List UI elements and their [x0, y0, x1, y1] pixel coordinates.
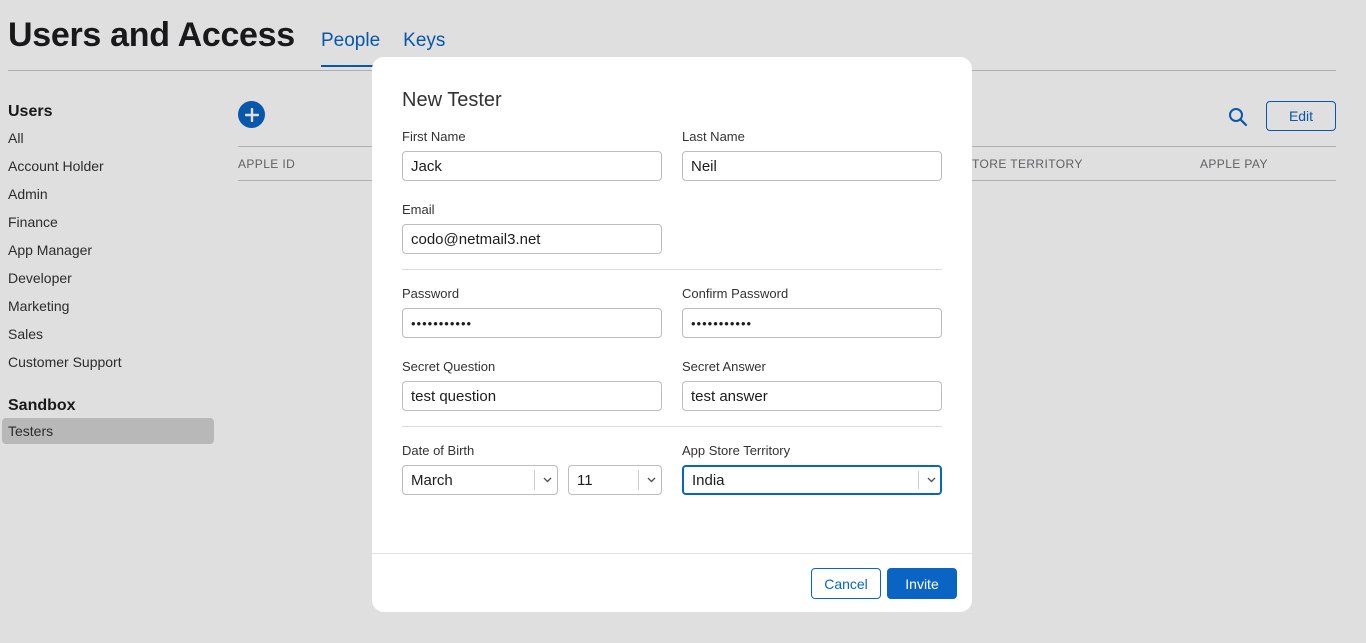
date-of-birth-label: Date of Birth [402, 443, 475, 458]
birth-month-value: March [411, 471, 453, 489]
invite-button[interactable]: Invite [887, 568, 957, 599]
chevron-down-icon [640, 466, 661, 494]
secret-answer-label: Secret Answer [682, 359, 766, 374]
cancel-button[interactable]: Cancel [811, 568, 881, 599]
app-store-territory-select[interactable]: India [682, 465, 942, 495]
last-name-label: Last Name [682, 129, 745, 144]
select-divider [534, 470, 535, 490]
secret-question-field[interactable]: test question [402, 381, 662, 411]
confirm-password-label: Confirm Password [682, 286, 789, 301]
section-divider [402, 269, 942, 270]
confirm-password-value: ••••••••••• [691, 315, 753, 331]
first-name-label: First Name [402, 129, 466, 144]
select-divider [918, 471, 919, 489]
confirm-password-field[interactable]: ••••••••••• [682, 308, 942, 338]
new-tester-dialog: New Tester First Name Jack Last Name Nei… [372, 57, 972, 612]
chevron-down-icon [920, 467, 940, 493]
first-name-field[interactable]: Jack [402, 151, 662, 181]
last-name-field[interactable]: Neil [682, 151, 942, 181]
secret-question-value: test question [411, 387, 497, 405]
section-divider [402, 426, 942, 427]
birth-day-value: 11 [577, 471, 593, 489]
dialog-title: New Tester [402, 89, 502, 111]
secret-answer-field[interactable]: test answer [682, 381, 942, 411]
email-label: Email [402, 202, 435, 217]
last-name-value: Neil [691, 157, 717, 175]
footer-divider [372, 553, 972, 554]
select-divider [638, 470, 639, 490]
territory-value: India [692, 471, 725, 489]
chevron-down-icon [536, 466, 557, 494]
first-name-value: Jack [411, 157, 442, 175]
password-label: Password [402, 286, 460, 301]
birth-day-select[interactable]: 11 [568, 465, 662, 495]
secret-answer-value: test answer [691, 387, 768, 405]
email-field[interactable]: codo@netmail3.net [402, 224, 662, 254]
birth-month-select[interactable]: March [402, 465, 558, 495]
email-value: codo@netmail3.net [411, 230, 541, 248]
password-field[interactable]: ••••••••••• [402, 308, 662, 338]
app-store-territory-label: App Store Territory [682, 443, 791, 458]
password-value: ••••••••••• [411, 315, 473, 331]
secret-question-label: Secret Question [402, 359, 496, 374]
